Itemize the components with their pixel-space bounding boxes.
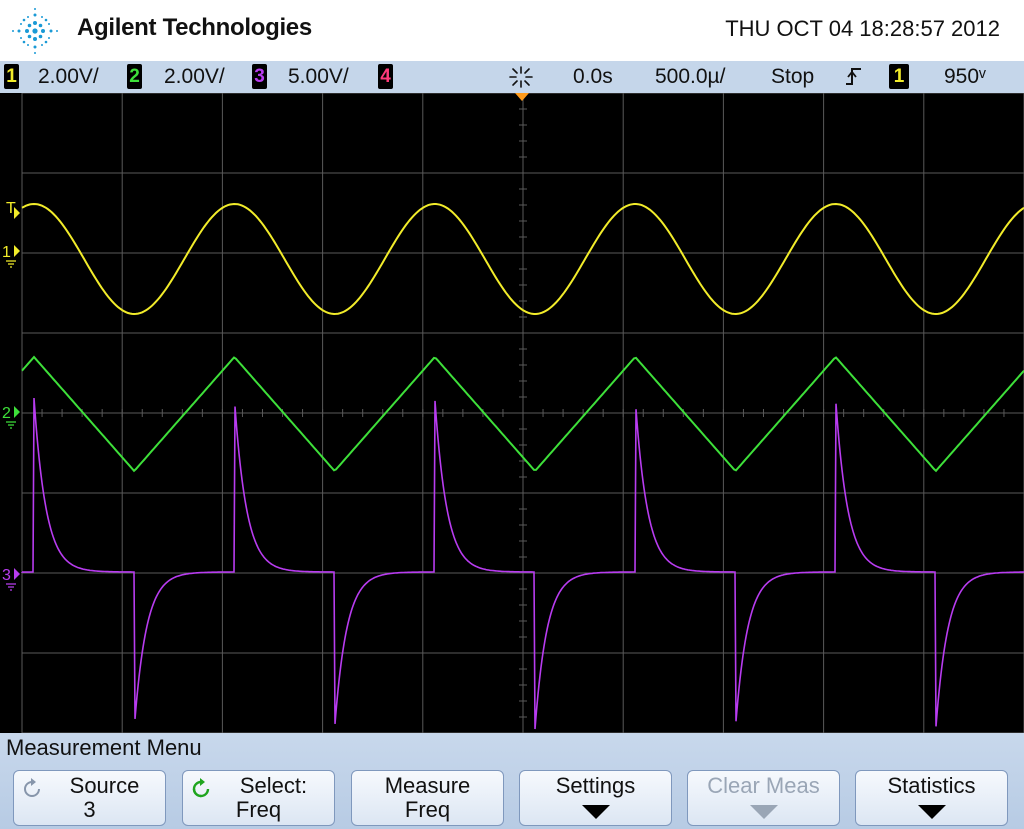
select-softkey[interactable]: Select: Freq [182,770,335,826]
select-softkey-value: Freq [235,797,282,822]
channel-1-indicator[interactable]: 1 [4,64,19,89]
source-softkey-value: 3 [83,797,96,822]
channel-3-ground-label: 3 [2,567,11,584]
timebase-scale: 500.0µ/ [655,65,726,88]
channel-2-indicator[interactable]: 2 [127,64,142,89]
measure-softkey-label: Measure [384,773,471,798]
submenu-arrow-icon [749,805,778,819]
channel-2-ground-label: 2 [2,405,11,422]
clear-meas-softkey[interactable]: Clear Meas [687,770,840,826]
select-softkey-label: Select: [239,773,308,798]
settings-softkey-label: Settings [555,773,636,798]
brand-name: Agilent Technologies [77,14,312,41]
measure-softkey-value: Freq [404,797,451,822]
channel-1-ground-label: 1 [2,244,11,261]
channel-1-scale: 2.00V/ [38,65,99,88]
clear-meas-softkey-label: Clear Meas [707,773,820,798]
submenu-arrow-icon [581,805,610,819]
waveform-display[interactable]: T 1 2 3 [0,93,1024,733]
softkey-menu: Measurement Menu Source 3 Select: Freq M… [0,733,1024,829]
agilent-spark-logo-icon [12,8,58,54]
submenu-arrow-icon [917,805,946,819]
statistics-softkey[interactable]: Statistics [855,770,1008,826]
horizontal-delay: 0.0s [573,65,613,88]
source-softkey[interactable]: Source 3 [13,770,166,826]
channel-3-scale: 5.00V/ [288,65,349,88]
date-time: THU OCT 04 18:28:57 2012 [725,16,1000,41]
statistics-softkey-label: Statistics [887,773,976,798]
channel-4-indicator[interactable]: 4 [378,64,393,89]
header-bar: Agilent Technologies THU OCT 04 18:28:57… [0,0,1024,61]
menu-title: Measurement Menu [6,735,202,760]
channel-2-scale: 2.00V/ [164,65,225,88]
source-softkey-label: Source [69,773,140,798]
rising-edge-trigger-icon [846,68,861,85]
channel-3-indicator[interactable]: 3 [252,64,267,89]
status-bar: 1 2.00V/ 2 2.00V/ 3 5.00V/ 4 0.0s 500.0µ… [0,61,1024,94]
settings-softkey[interactable]: Settings [519,770,672,826]
acquisition-mode-icon [509,66,533,88]
run-state: Stop [771,65,815,88]
trigger-source-indicator[interactable]: 1 [889,64,909,89]
trigger-level: 950ᵛ [944,65,986,88]
measure-softkey[interactable]: Measure Freq [351,770,504,826]
